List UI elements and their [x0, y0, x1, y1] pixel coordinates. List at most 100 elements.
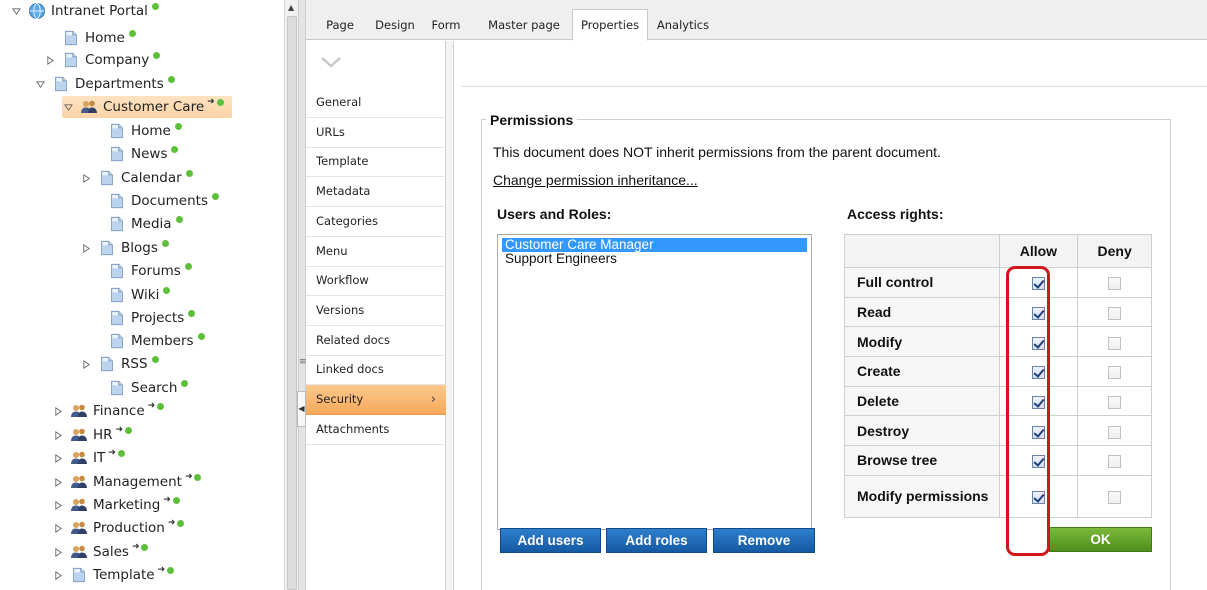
deny-checkbox[interactable]: [1108, 491, 1122, 505]
deny-checkbox[interactable]: [1108, 425, 1122, 439]
expand-arrow-icon[interactable]: [52, 522, 64, 534]
menu-item-menu[interactable]: Menu: [306, 237, 446, 267]
deny-checkbox[interactable]: [1108, 395, 1122, 409]
tree-node-media[interactable]: Media: [90, 213, 183, 235]
menu-item-related-docs[interactable]: Related docs: [306, 326, 446, 356]
menu-item-linked-docs[interactable]: Linked docs: [306, 355, 446, 386]
menu-item-general[interactable]: General: [306, 88, 446, 118]
tree-node-marketing[interactable]: Marketing ➜: [52, 494, 180, 516]
tree-node-news[interactable]: News: [90, 143, 179, 165]
tree-node-rss[interactable]: RSS: [80, 353, 159, 375]
expand-arrow-icon[interactable]: [52, 569, 64, 581]
allow-checkbox[interactable]: [1031, 336, 1045, 350]
ok-button[interactable]: OK: [1049, 527, 1152, 552]
allow-checkbox[interactable]: [1031, 455, 1045, 469]
menu-item-template[interactable]: Template: [306, 147, 446, 178]
tree-node-blogs[interactable]: Blogs: [80, 237, 169, 259]
menu-item-attachments[interactable]: Attachments: [306, 415, 446, 445]
tree-node-it[interactable]: IT ➜: [52, 447, 125, 469]
role-list-item[interactable]: Support Engineers: [502, 252, 807, 266]
add-users-button[interactable]: Add users: [500, 528, 601, 553]
table-header-row: Allow Deny: [844, 234, 1152, 268]
expand-arrow-icon[interactable]: [52, 405, 64, 417]
expand-arrow-icon[interactable]: [80, 242, 92, 254]
tree-node-home[interactable]: Home: [44, 27, 136, 49]
expand-arrow-icon[interactable]: [44, 54, 56, 66]
tree-scroll-thumb[interactable]: [287, 16, 297, 590]
tree-node-forums[interactable]: Forums: [90, 260, 192, 282]
tree-node-label: Home: [131, 123, 171, 139]
change-inheritance-link[interactable]: Change permission inheritance...: [493, 172, 698, 188]
remove-button[interactable]: Remove: [713, 528, 815, 553]
tree-node-label: Sales: [93, 544, 129, 560]
tree-node-production[interactable]: Production ➜: [52, 517, 185, 539]
tree-node-company[interactable]: Company: [44, 49, 161, 71]
menu-item-label: Attachments: [316, 421, 390, 436]
expand-arrow-icon[interactable]: [52, 476, 64, 488]
expand-arrow-icon[interactable]: [80, 172, 92, 184]
deny-checkbox[interactable]: [1108, 306, 1122, 320]
tree-node-management[interactable]: Management ➜: [52, 471, 202, 493]
tab-master-page[interactable]: Master page: [478, 10, 570, 40]
users-roles-listbox[interactable]: Customer Care Manager Support Engineers: [497, 234, 812, 530]
tree-node-label: RSS: [121, 356, 148, 372]
tree-node-departments[interactable]: Departments: [34, 73, 175, 95]
tab-page[interactable]: Page: [314, 10, 366, 40]
published-status-icon: [125, 426, 133, 434]
published-status-icon: [153, 51, 161, 59]
add-roles-button[interactable]: Add roles: [606, 528, 707, 553]
expand-arrow-icon[interactable]: [52, 429, 64, 441]
expand-arrow-icon[interactable]: [52, 546, 64, 558]
collapse-chevron-icon[interactable]: [320, 55, 342, 69]
allow-checkbox[interactable]: [1031, 306, 1045, 320]
tree-node-search[interactable]: Search: [90, 377, 189, 399]
menu-item-urls[interactable]: URLs: [306, 118, 446, 148]
tree-node-projects[interactable]: Projects: [90, 307, 196, 329]
tab-analytics[interactable]: Analytics: [650, 10, 716, 40]
tab-form[interactable]: Form: [426, 10, 466, 40]
tab-design[interactable]: Design: [369, 10, 421, 40]
allow-checkbox[interactable]: [1031, 491, 1045, 505]
allow-checkbox[interactable]: [1031, 277, 1045, 291]
expand-arrow-icon[interactable]: [52, 452, 64, 464]
right-name: Browse tree: [844, 445, 1000, 476]
collapse-arrow-icon[interactable]: [62, 101, 74, 113]
tree-node-wiki[interactable]: Wiki: [90, 284, 171, 306]
deny-checkbox[interactable]: [1108, 336, 1122, 350]
menu-item-versions[interactable]: Versions: [306, 296, 446, 326]
deny-checkbox[interactable]: [1108, 455, 1122, 469]
menu-item-workflow[interactable]: Workflow: [306, 266, 446, 297]
expand-arrow-icon[interactable]: [52, 499, 64, 511]
allow-column-header: Allow: [998, 234, 1079, 268]
collapse-arrow-icon[interactable]: [34, 78, 46, 90]
menu-item-categories[interactable]: Categories: [306, 207, 446, 237]
tree-scrollbar[interactable]: ▲: [284, 0, 298, 590]
deny-checkbox[interactable]: [1108, 277, 1122, 291]
allow-checkbox[interactable]: [1031, 366, 1045, 380]
role-list-item[interactable]: Customer Care Manager: [502, 238, 807, 252]
tree-node-hr[interactable]: HR ➜: [52, 424, 133, 446]
tree-node-template[interactable]: Template ➜: [52, 564, 175, 586]
menu-item-metadata[interactable]: Metadata: [306, 177, 446, 208]
tree-node-documents[interactable]: Documents: [90, 190, 219, 212]
collapse-tree-button[interactable]: ◀: [297, 391, 306, 427]
tree-node-customer-care[interactable]: Customer Care ➜: [62, 96, 232, 118]
collapse-arrow-icon[interactable]: [10, 5, 22, 17]
allow-checkbox[interactable]: [1031, 395, 1045, 409]
menu-item-security[interactable]: Security ›: [306, 385, 446, 415]
tree-node-finance[interactable]: Finance ➜: [52, 400, 165, 422]
tree-node-members[interactable]: Members: [90, 330, 205, 352]
scroll-up-icon[interactable]: ▲: [288, 3, 294, 12]
menu-item-label: Related docs: [316, 332, 390, 347]
tree-node-sales[interactable]: Sales ➜: [52, 541, 149, 563]
tab-properties[interactable]: Properties: [572, 9, 648, 41]
deny-checkbox[interactable]: [1108, 366, 1122, 380]
tree-node-intranet-portal[interactable]: Intranet Portal: [10, 0, 159, 22]
tree-node-home[interactable]: Home: [90, 120, 182, 142]
tree-node-calendar[interactable]: Calendar: [80, 167, 193, 189]
expand-arrow-icon[interactable]: [80, 358, 92, 370]
allow-checkbox[interactable]: [1031, 425, 1045, 439]
pane-splitter[interactable]: ≡: [298, 0, 307, 590]
table-row: Destroy: [844, 415, 1152, 447]
tree-node-label: Members: [131, 333, 194, 349]
